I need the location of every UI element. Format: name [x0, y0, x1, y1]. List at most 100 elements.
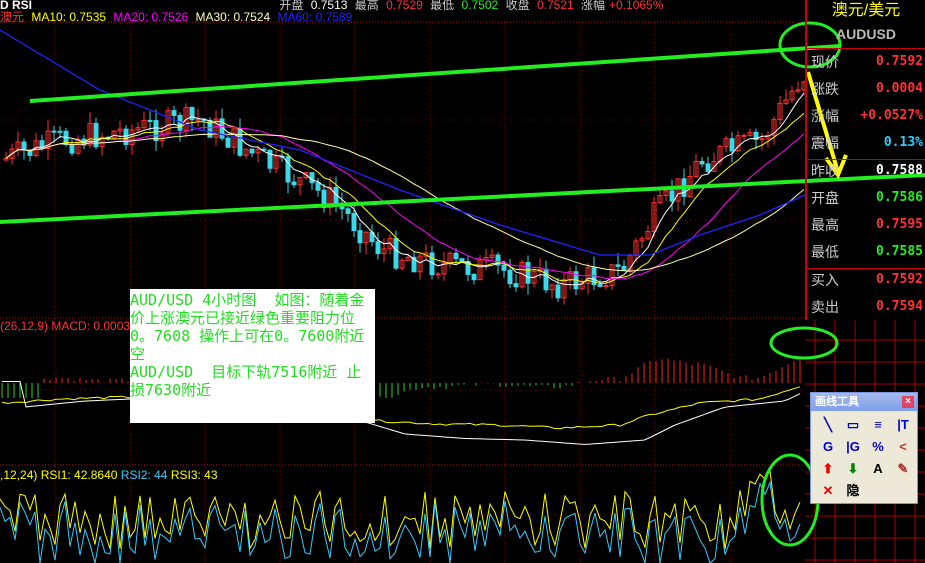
- quote-value: 0.7595: [876, 217, 923, 232]
- percent-lines-icon[interactable]: %: [867, 437, 889, 457]
- candle: [123, 128, 129, 146]
- ma60-line: [0, 29, 806, 256]
- hide-icon[interactable]: 隐: [842, 481, 864, 501]
- candle: [729, 138, 735, 152]
- symbol-label: 澳元: [0, 10, 25, 24]
- candle: [357, 230, 363, 244]
- quote-value: 0.7594: [876, 299, 923, 314]
- rsi-legend: ,12,24) RSI1: 42.8640 RSI2: 44 RSI3: 43: [0, 469, 218, 481]
- symbol-title: 澳元/美元: [831, 2, 901, 19]
- quote-label: 卖出: [811, 299, 839, 315]
- macd-dea-line: [2, 381, 801, 445]
- down-arrow-icon[interactable]: ⬇: [842, 459, 864, 479]
- gann-v-icon[interactable]: |G: [842, 437, 864, 457]
- ma20-label: MA20: 0.7526: [113, 10, 189, 24]
- macd-label: (26,12,9) MACD: 0.0003: [0, 319, 131, 333]
- quote-label: 震幅: [811, 135, 839, 151]
- eraser-icon[interactable]: ✎: [892, 459, 914, 479]
- low-value: 0.7502: [461, 0, 499, 12]
- quote-label: 涨幅: [811, 108, 839, 124]
- ma30-label: MA30: 0.7524: [195, 10, 271, 24]
- quote-row: 买入 0.7592: [811, 269, 923, 291]
- candle: [621, 265, 627, 271]
- toolbar-title: 画线工具: [815, 396, 859, 408]
- candle: [171, 110, 177, 116]
- annotation-note: AUD/USD 4小时图 如图：随着金价上涨澳元已接近绿色重要阻力位0。7608…: [130, 289, 375, 423]
- ma-legend: 澳元 MA10: 0.7535 MA20: 0.7526 MA30: 0.752…: [0, 11, 356, 23]
- candle: [669, 190, 675, 202]
- candle: [597, 284, 603, 287]
- candle: [453, 252, 459, 260]
- candle: [741, 134, 747, 137]
- quote-label: 最高: [811, 217, 839, 233]
- candle: [351, 212, 357, 232]
- line-icon[interactable]: ╲: [817, 415, 839, 435]
- quote-value: +0.0527%: [860, 108, 923, 123]
- quote-row: 涨跌 0.0004: [811, 78, 923, 100]
- candle: [435, 273, 441, 276]
- candle: [699, 160, 705, 165]
- quote-value: 0.7592: [876, 54, 923, 69]
- low-label: 最低: [430, 0, 455, 12]
- quote-value: 0.7588: [876, 163, 923, 178]
- toolbar-title-bar[interactable]: 画线工具 ×: [811, 393, 917, 411]
- quote-value: 0.13%: [883, 135, 923, 150]
- quote-panel: 澳元/美元 AUDUSD 现价 0.7592 涨跌 0.0004 涨幅 +0.0527% 震…: [805, 0, 925, 320]
- candle: [501, 264, 507, 271]
- candle: [513, 283, 519, 288]
- resistance-trendline: [29, 44, 841, 103]
- candle: [69, 144, 75, 154]
- candle: [507, 269, 513, 285]
- drawing-toolbar[interactable]: 画线工具 × ╲ ▭ ≡ |T G |G% < ⬆ ⬇ A ✎ ✕ 隐: [810, 392, 918, 504]
- rsi1-label: RSI1: 42.8640: [40, 468, 118, 482]
- text-icon[interactable]: A: [867, 459, 889, 479]
- high-value: 0.7529: [386, 0, 423, 12]
- quote-row: 现价 0.7592: [811, 51, 923, 73]
- candle: [147, 119, 153, 122]
- candle: [51, 130, 57, 133]
- quote-label: 最低: [811, 244, 839, 260]
- quote-label: 昨收: [811, 163, 839, 179]
- candle: [291, 181, 297, 186]
- highlight-circle: [769, 326, 839, 360]
- candle: [345, 208, 351, 214]
- quote-label: 买入: [811, 272, 839, 288]
- candle: [225, 137, 231, 148]
- rectangle-icon[interactable]: ▭: [842, 415, 864, 435]
- close-icon[interactable]: ×: [902, 396, 914, 408]
- quote-row: 最高 0.7595: [811, 214, 923, 236]
- candle: [195, 118, 201, 121]
- quote-value: 0.7592: [876, 272, 923, 287]
- candle: [237, 128, 243, 156]
- candle: [555, 284, 561, 299]
- candle: [525, 262, 531, 284]
- up-arrow-icon[interactable]: ⬆: [817, 459, 839, 479]
- quote-row: 涨幅 +0.0527%: [811, 105, 923, 127]
- symbol-code: AUDUSD: [836, 26, 896, 42]
- candle: [153, 120, 159, 142]
- candle: [603, 285, 609, 288]
- rsi2-label: RSI2: 44: [120, 468, 168, 482]
- fan-icon[interactable]: <: [892, 437, 914, 457]
- close-value: 0.7521: [536, 0, 574, 12]
- parallel-lines-icon[interactable]: ≡: [867, 415, 889, 435]
- quote-row: 卖出 0.7594: [811, 296, 923, 318]
- candle: [315, 182, 321, 191]
- rsi3-label: RSI3: 43: [170, 468, 218, 482]
- text-lines-icon[interactable]: |T: [892, 415, 914, 435]
- quote-row: 最低 0.7585: [811, 241, 923, 263]
- gann-h-icon[interactable]: G: [817, 437, 839, 457]
- rsi2-line: [0, 480, 801, 563]
- quote-row: 震幅 0.13%: [811, 132, 923, 154]
- rsi-params: ,12,24): [0, 468, 38, 482]
- quote-value: 0.7585: [876, 244, 923, 259]
- quote-row: 开盘 0.7586: [811, 187, 923, 209]
- ma60-label: MA60: 0.7589: [277, 10, 353, 24]
- candle: [57, 130, 63, 133]
- candle: [459, 258, 465, 263]
- quote-value: 0.0004: [876, 81, 923, 96]
- quote-row: 昨收 0.7588: [811, 160, 923, 182]
- quote-value: 0.7586: [876, 190, 923, 205]
- delete-icon[interactable]: ✕: [817, 481, 839, 501]
- quote-label: 现价: [811, 54, 839, 70]
